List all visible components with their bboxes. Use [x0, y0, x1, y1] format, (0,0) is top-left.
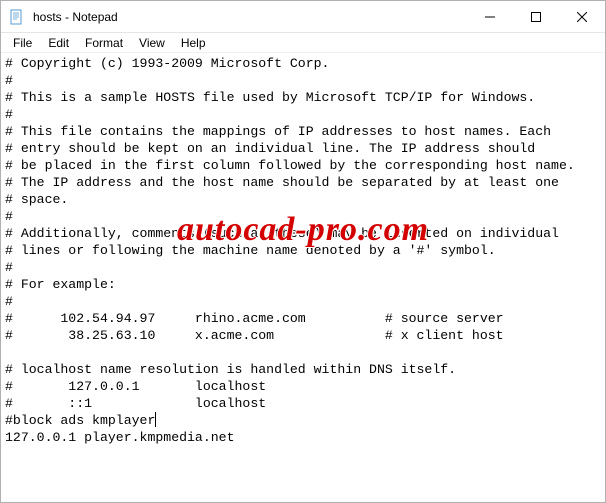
menu-format[interactable]: Format	[77, 35, 131, 51]
close-button[interactable]	[559, 1, 605, 32]
text-line: 127.0.0.1 player.kmpmedia.net	[5, 430, 235, 445]
text-line: # entry should be kept on an individual …	[5, 141, 535, 156]
menu-view[interactable]: View	[131, 35, 173, 51]
window-title: hosts - Notepad	[33, 10, 467, 24]
text-line: # 102.54.94.97 rhino.acme.com # source s…	[5, 311, 504, 326]
text-line: # space.	[5, 192, 68, 207]
text-line: # This file contains the mappings of IP …	[5, 124, 551, 139]
text-line: # Additionally, comments (such as these)…	[5, 226, 559, 241]
menu-help[interactable]: Help	[173, 35, 214, 51]
text-line: # The IP address and the host name shoul…	[5, 175, 559, 190]
text-line: # 127.0.0.1 localhost	[5, 379, 266, 394]
maximize-button[interactable]	[513, 1, 559, 32]
text-line: #	[5, 260, 13, 275]
text-line: # be placed in the first column followed…	[5, 158, 575, 173]
titlebar[interactable]: hosts - Notepad	[1, 1, 605, 33]
text-line: # 38.25.63.10 x.acme.com # x client host	[5, 328, 504, 343]
text-line: #	[5, 73, 13, 88]
text-line: # ::1 localhost	[5, 396, 266, 411]
text-line: #	[5, 294, 13, 309]
menubar: File Edit Format View Help	[1, 33, 605, 53]
text-line: # This is a sample HOSTS file used by Mi…	[5, 90, 535, 105]
text-editor[interactable]: # Copyright (c) 1993-2009 Microsoft Corp…	[1, 53, 605, 502]
text-line: # localhost name resolution is handled w…	[5, 362, 456, 377]
text-line: # For example:	[5, 277, 116, 292]
text-line: #block ads kmplayer	[5, 413, 155, 428]
text-line: # lines or following the machine name de…	[5, 243, 496, 258]
text-cursor	[155, 412, 156, 427]
editor-area: # Copyright (c) 1993-2009 Microsoft Corp…	[1, 53, 605, 502]
text-line: # Copyright (c) 1993-2009 Microsoft Corp…	[5, 56, 329, 71]
menu-file[interactable]: File	[5, 35, 40, 51]
notepad-icon	[9, 9, 25, 25]
text-line: #	[5, 209, 13, 224]
window-controls	[467, 1, 605, 32]
minimize-button[interactable]	[467, 1, 513, 32]
text-line: #	[5, 107, 13, 122]
menu-edit[interactable]: Edit	[40, 35, 77, 51]
notepad-window: hosts - Notepad File Edit Format View He…	[0, 0, 606, 503]
